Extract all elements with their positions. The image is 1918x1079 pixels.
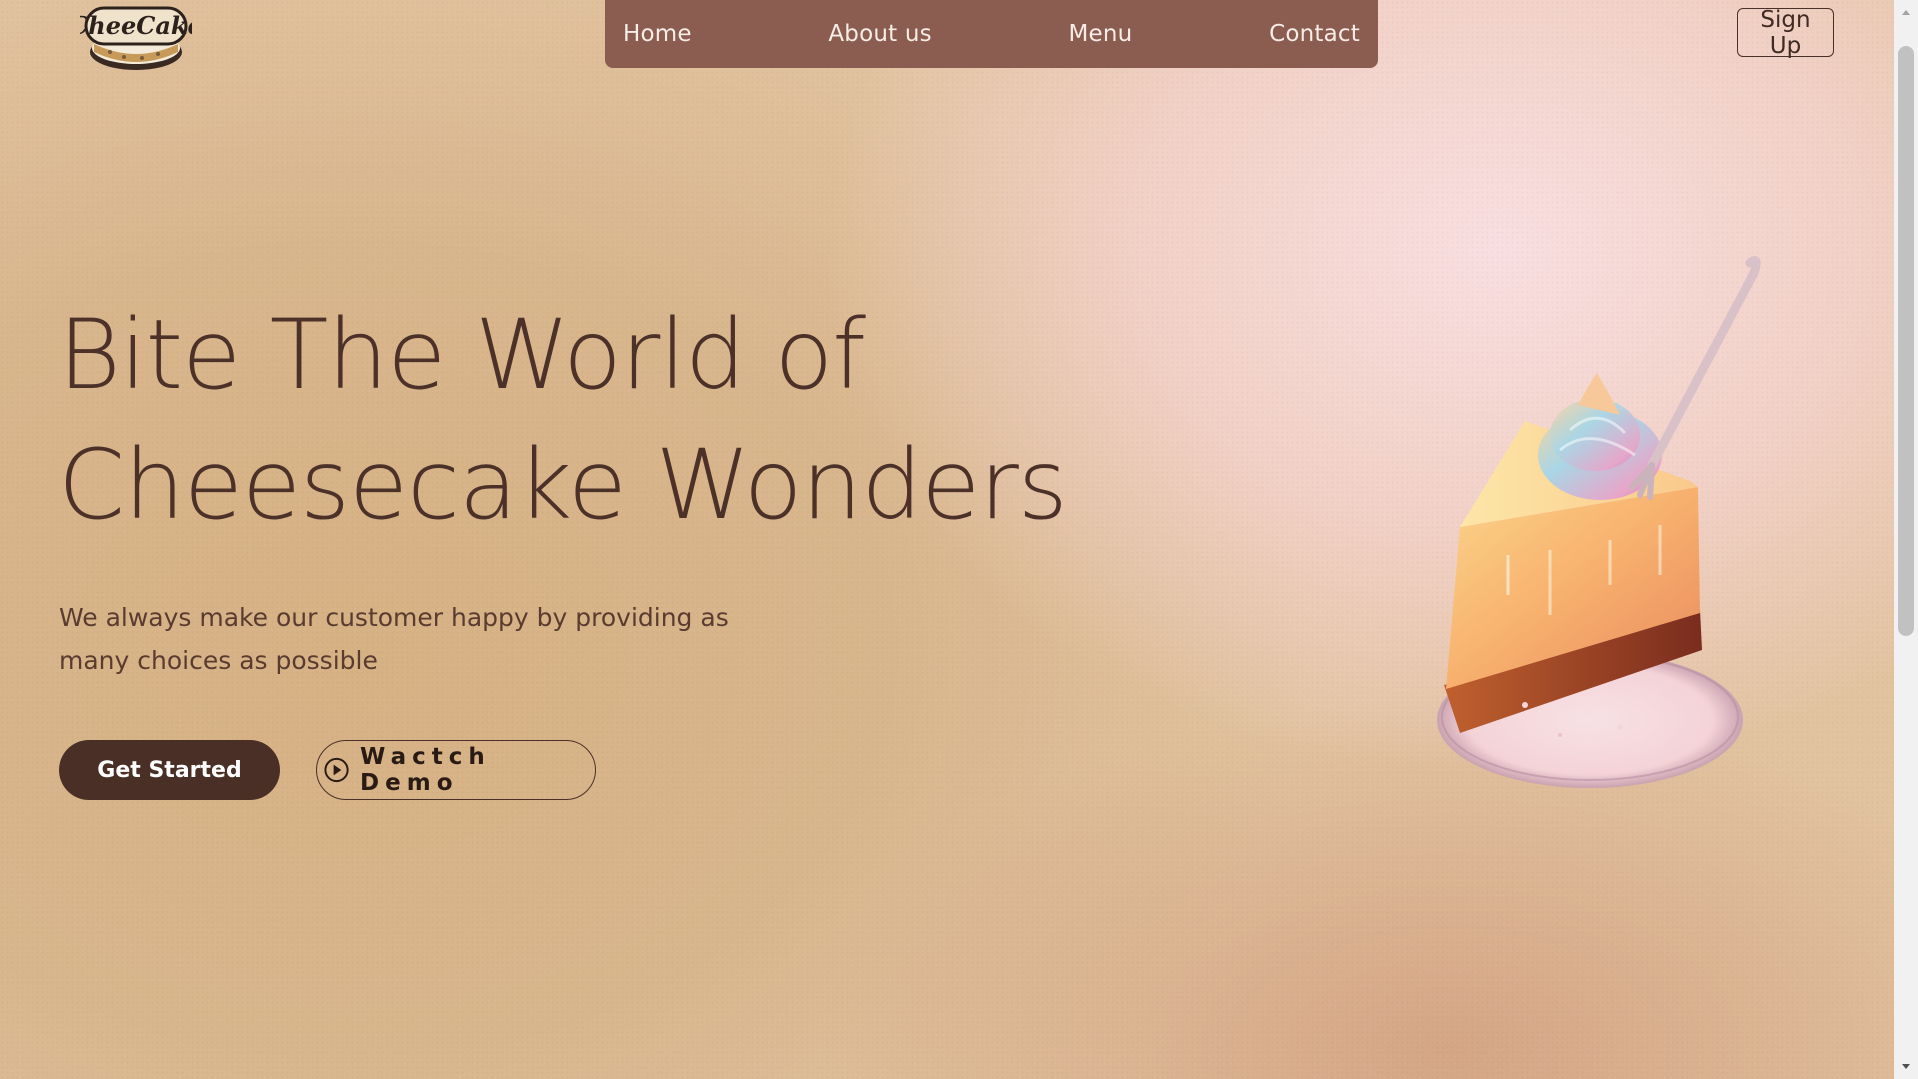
hero-title-line-1: Bite The World of — [58, 299, 866, 411]
hero-subtitle: We always make our customer happy by pro… — [59, 603, 729, 675]
cheesecake-illustration — [1420, 255, 1770, 795]
chevron-down-icon — [1902, 1064, 1910, 1069]
vertical-scrollbar[interactable] — [1894, 0, 1918, 1079]
hero-title: Bite The World of Cheesecake Wonders — [58, 290, 1108, 550]
scroll-up-button[interactable] — [1894, 0, 1918, 24]
watch-demo-button[interactable]: Wactch Demo — [316, 740, 596, 800]
scroll-down-button[interactable] — [1894, 1055, 1918, 1079]
brand-logo[interactable]: CheeCake — [69, 0, 203, 76]
hero-title-line-2: Cheesecake Wonders — [58, 429, 1068, 541]
main-nav: Home About us Menu Contact — [605, 0, 1378, 68]
watch-demo-label: Wactch Demo — [360, 744, 491, 796]
nav-item-about-us[interactable]: About us — [828, 21, 931, 47]
nav-item-contact[interactable]: Contact — [1269, 21, 1360, 47]
play-circle-icon — [324, 757, 349, 783]
chevron-up-icon — [1902, 10, 1910, 15]
nav-item-home[interactable]: Home — [623, 21, 692, 47]
svg-text:CheeCake: CheeCake — [80, 11, 192, 40]
cheesecake-slice-image — [1437, 256, 1761, 788]
get-started-button[interactable]: Get Started — [59, 740, 280, 800]
nav-item-menu[interactable]: Menu — [1069, 21, 1133, 47]
sign-up-button[interactable]: Sign Up — [1737, 7, 1834, 59]
cheesecake-logo-icon: CheeCake — [69, 6, 203, 70]
scrollbar-thumb[interactable] — [1898, 46, 1914, 636]
